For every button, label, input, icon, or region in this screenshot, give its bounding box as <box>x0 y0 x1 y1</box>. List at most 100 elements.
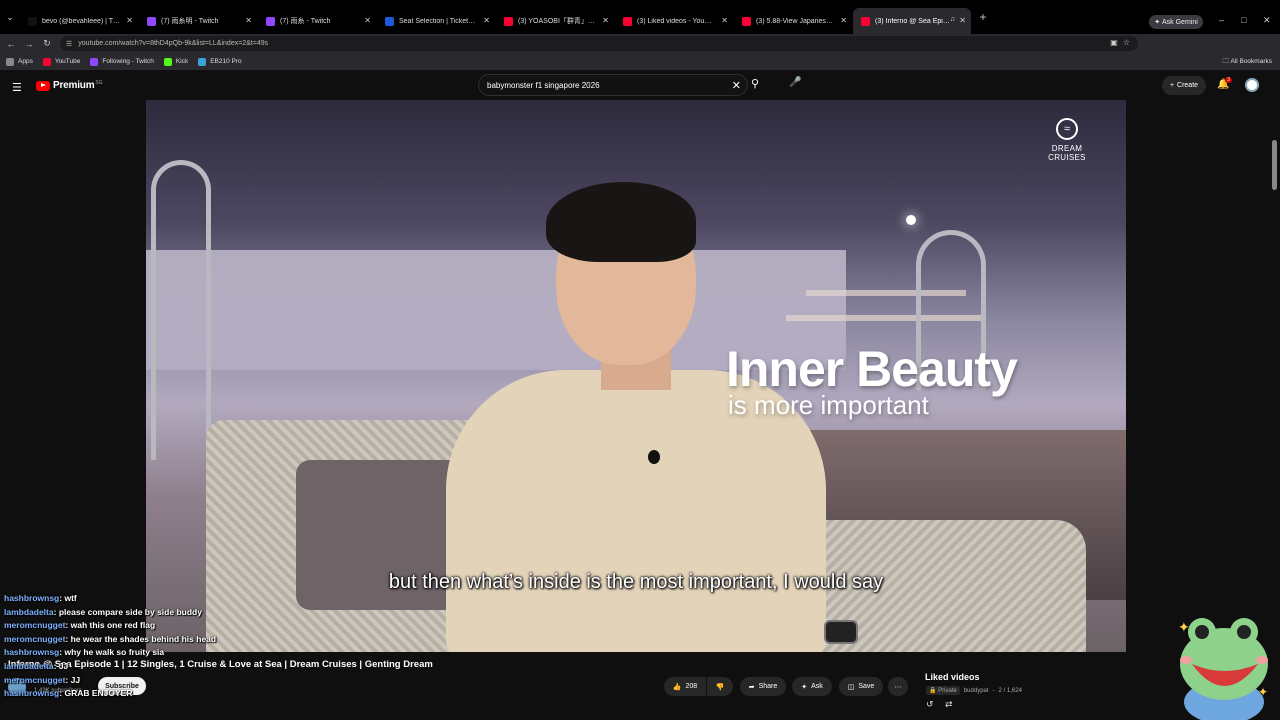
stream-chat-overlay: hashbrownsg: wtf lambdadelta: please comp… <box>4 592 264 701</box>
thumbs-down-icon: 👎 <box>715 683 725 691</box>
chat-message: lambdadelta: JJ <box>4 660 264 674</box>
tab-title: (3) 5.88-View Japanese Singer <box>756 17 834 25</box>
chat-text: JJ <box>58 660 69 671</box>
account-avatar[interactable] <box>1245 78 1259 92</box>
bookmark-favicon-icon <box>198 57 207 66</box>
tab-favicon-icon <box>861 16 870 26</box>
thumbs-up-icon: 👍 <box>672 683 682 691</box>
chat-username[interactable]: meromcnugget <box>4 675 65 685</box>
window-close-icon[interactable]: ✕ <box>1263 15 1271 26</box>
new-tab-button[interactable]: + <box>972 10 994 24</box>
scrollbar-thumb[interactable] <box>1272 140 1277 190</box>
chat-username[interactable]: hashbrownsg <box>4 688 59 698</box>
maximize-icon[interactable]: □ <box>1241 15 1246 25</box>
shuffle-icon[interactable]: ⇄ <box>945 699 953 710</box>
chat-username[interactable]: meromcnugget <box>4 634 65 644</box>
dream-cruises-watermark: ≈ DREAM CRUISES <box>1032 118 1102 162</box>
microphone-icon[interactable]: 🎤 <box>789 77 801 88</box>
all-bookmarks[interactable]: 🗀 All Bookmarks <box>1223 57 1273 68</box>
bookmark-label: Following - Twitch <box>102 58 154 65</box>
create-button[interactable]: + Create <box>1162 76 1206 95</box>
bookmark-item[interactable]: Kick <box>163 57 189 66</box>
tab-close-icon[interactable]: ✕ <box>364 16 371 25</box>
tab-favicon-icon <box>147 16 156 26</box>
playlist-meta: 🔒 Private buddypat - 2 / 1,624 <box>926 686 1022 695</box>
sparkle-icon: ✦ <box>801 683 808 691</box>
tab-close-icon[interactable]: ✕ <box>721 16 728 25</box>
browser-tab[interactable]: Seat Selection | Ticketmaster SG ✕ <box>377 8 495 34</box>
forward-icon[interactable]: → <box>20 39 38 49</box>
minimize-icon[interactable]: – <box>1219 15 1224 25</box>
bookmark-label: Kick <box>175 58 189 65</box>
tab-favicon-icon <box>742 16 751 26</box>
browser-tab[interactable]: (3) Inferno @ Sea Episode ♫ ✕ <box>853 8 971 34</box>
bookmark-label: Apps <box>18 58 33 65</box>
tab-close-icon[interactable]: ✕ <box>602 16 609 25</box>
browser-tab[interactable]: (3) 5.88-View Japanese Singer ✕ <box>734 8 852 34</box>
chat-message: meromcnugget: he wear the shades behind … <box>4 633 264 647</box>
bookmark-favicon-icon <box>163 57 172 66</box>
browser-tab[interactable]: bevo (@bevahleee) | TikTok ✕ <box>20 8 138 34</box>
tab-close-icon[interactable]: ✕ <box>840 16 847 25</box>
bookmark-item[interactable]: EB210 Pro <box>198 57 242 66</box>
site-info-icon[interactable]: ☰ <box>66 40 72 48</box>
menu-hamburger-icon[interactable]: ☰ <box>12 81 22 94</box>
clear-search-icon[interactable]: ✕ <box>732 79 741 92</box>
url-text: youtube.com/watch?v=8thD4pQb-9k&list=LL&… <box>78 40 269 47</box>
playlist-owner[interactable]: buddypat <box>964 688 989 694</box>
tab-list: bevo (@bevahleee) | TikTok✕(7) 雨糸明 - Twi… <box>20 0 972 34</box>
bookmark-item[interactable]: Following - Twitch <box>90 57 154 66</box>
ask-gemini-button[interactable]: ✦ Ask Gemini <box>1149 15 1203 29</box>
chat-text: please compare side by side buddy <box>58 606 202 617</box>
save-button[interactable]: ◫ Save <box>839 677 883 696</box>
bookmarks-bar: Apps YouTube Following - Twitch Kick EB210 P… <box>0 53 1280 70</box>
ask-button[interactable]: ✦ Ask <box>792 677 832 696</box>
chat-text: wtf <box>64 593 77 603</box>
bookmark-label: EB210 Pro <box>210 58 242 65</box>
chat-username[interactable]: hashbrownsg <box>4 647 59 657</box>
reload-icon[interactable]: ↻ <box>38 38 56 49</box>
more-actions-button[interactable]: ⋯ <box>888 677 908 696</box>
notification-badge: 3 <box>1225 77 1232 83</box>
tab-title: (3) YOASOBI「群青」(Blue) from <box>518 18 596 25</box>
search-input[interactable] <box>487 80 727 90</box>
install-app-icon[interactable]: ▣ <box>1110 38 1118 47</box>
share-button[interactable]: ➦ Share <box>740 677 786 696</box>
tab-favicon-icon <box>623 16 632 26</box>
frog-mascot-sticker: ✦ ✦ <box>1178 618 1268 720</box>
tab-close-icon[interactable]: ✕ <box>245 16 252 25</box>
bookmark-star-icon[interactable]: ☆ <box>1123 38 1130 47</box>
search-box: ✕ <box>478 74 748 96</box>
youtube-play-icon <box>36 80 50 91</box>
search-icon[interactable]: ⚲ <box>751 77 759 90</box>
address-bar[interactable]: ☰ youtube.com/watch?v=8thD4pQb-9k&list=L… <box>60 36 1138 51</box>
youtube-premium-logo[interactable]: Premium SG <box>36 80 103 91</box>
tab-close-icon[interactable]: ✕ <box>959 16 966 25</box>
tab-search-chevron-icon[interactable]: ⌄ <box>0 0 20 34</box>
playlist-title[interactable]: Liked videos <box>925 672 980 682</box>
video-player[interactable]: ≈ DREAM CRUISES Inner Beauty is more imp… <box>146 100 1126 652</box>
chat-username[interactable]: meromcnugget <box>4 620 65 630</box>
like-button[interactable]: 👍 208 <box>664 677 706 696</box>
chat-username[interactable]: lambdadelta <box>4 661 54 671</box>
browser-tab[interactable]: (3) Liked videos - YouTube ✕ <box>615 8 733 34</box>
dislike-button[interactable]: 👎 <box>707 677 733 696</box>
bookmark-item[interactable]: Apps <box>6 57 33 66</box>
browser-tab[interactable]: (3) YOASOBI「群青」(Blue) from ✕ <box>496 8 614 34</box>
tab-close-icon[interactable]: ✕ <box>126 16 133 25</box>
tab-title: (7) 雨糸明 - Twitch <box>161 18 219 25</box>
chat-text: GRAB ENJOYER <box>64 688 133 699</box>
bookmark-item[interactable]: YouTube <box>42 57 80 66</box>
browser-tab[interactable]: (7) 雨糸明 - Twitch ✕ <box>139 8 257 34</box>
loop-icon[interactable]: ↺ <box>926 699 934 710</box>
tab-audio-icon[interactable]: ♫ <box>950 16 955 23</box>
tab-close-icon[interactable]: ✕ <box>483 16 490 25</box>
dream-cruises-logo-icon: ≈ <box>1056 118 1078 140</box>
back-icon[interactable]: ← <box>2 39 20 49</box>
browser-tab[interactable]: (7) 雨糸 - Twitch ✕ <box>258 8 376 34</box>
scene-person-hair <box>546 182 696 262</box>
chat-username[interactable]: hashbrownsg <box>4 593 59 603</box>
chat-username[interactable]: lambdadelta <box>4 607 54 617</box>
chat-message: hashbrownsg: wtf <box>4 592 264 606</box>
browser-tab-strip: ⌄ bevo (@bevahleee) | TikTok✕(7) 雨糸明 - T… <box>0 0 1280 34</box>
